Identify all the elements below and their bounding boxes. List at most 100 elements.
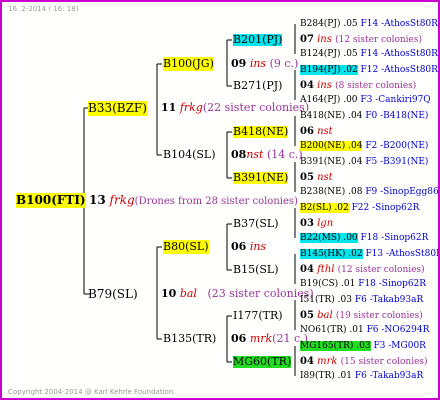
gen4-mid-line: 04 fthl (12 sister colonies)	[300, 264, 425, 276]
gen4-num: 06	[300, 126, 314, 137]
gen2-drone-info: 06 mrk(21 c.)	[231, 332, 308, 346]
gen4-parent: B2(SL) .02	[300, 203, 349, 213]
gen4-top-line: B391(NE) .04 F5 -B391(NE)	[300, 157, 428, 168]
gen4-parent: B145(HK) .02	[300, 249, 363, 259]
gen1-num: 10	[161, 287, 177, 300]
gen4-parent: B238(NE) .08	[300, 187, 363, 197]
gen4-mid-line: 06 nst	[300, 126, 333, 138]
gen4-breeder: F12 -AthosSt80R	[360, 65, 438, 75]
gen3-node-i177tr[interactable]: I177(TR)	[233, 310, 283, 322]
gen1-note: (23 sister colonies)	[207, 287, 314, 300]
gen4-parent: B124(PJ) .05	[300, 49, 358, 59]
pedigree-chart: 16. 2-2014 ( 16: 18) B100(FTI) 13 frkg(D…	[0, 0, 440, 400]
gen4-bot-line: NO61(TR) .01 F6 -NO6294R	[300, 325, 429, 336]
gen4-mid-line: 05 bal (19 sister colonies)	[300, 310, 423, 322]
gen4-note: (19 sister colonies)	[335, 311, 423, 321]
gen4-parent: B194(PJ) .02	[300, 65, 358, 75]
gen4-num: 04	[300, 264, 314, 275]
gen2-name: nst	[246, 148, 264, 161]
gen4-name: fthl	[317, 264, 335, 275]
gen4-breeder: F2 -B200(NE)	[365, 141, 429, 151]
gen4-breeder: F22 -Sinop62R	[351, 203, 420, 213]
root-node[interactable]: B100(FTI)	[16, 193, 86, 208]
gen4-parent: B391(NE) .04	[300, 157, 363, 167]
gen2-note: (14 c.)	[266, 148, 303, 161]
gen3-node-mg60tr[interactable]: MG60(TR)	[233, 356, 292, 368]
gen4-note: (8 sister colonies)	[335, 81, 417, 91]
gen4-top-line: I51(TR) .03 F6 -Takab93aR	[300, 295, 423, 306]
gen4-parent: B284(PJ) .05	[300, 19, 358, 29]
gen4-top-line: MG165(TR) .03 F3 -MG00R	[300, 341, 426, 352]
gen4-breeder: F6 -Takab93aR	[354, 295, 424, 305]
gen4-parent: B418(NE) .04	[300, 111, 363, 121]
root-note: (Drones from 28 sister colonies)	[134, 196, 298, 207]
gen1-drone-info-b33: 11 frkg(22 sister colonies)	[161, 101, 309, 115]
gen4-breeder: F18 -Sinop62R	[358, 279, 427, 289]
gen4-name: lgn	[317, 218, 334, 229]
gen4-num: 04	[300, 80, 314, 91]
copyright: Copyright 2004-2014 @ Karl Kehrle Founda…	[8, 388, 176, 396]
gen3-node-b391ne[interactable]: B391(NE)	[233, 172, 289, 184]
gen2-num: 09	[231, 57, 247, 70]
gen3-node-b201pj[interactable]: B201(PJ)	[233, 34, 283, 46]
gen4-breeder: F9 -SinopEgg86R	[365, 187, 440, 197]
gen4-mid-line: 05 nst	[300, 172, 333, 184]
gen4-bot-line: I89(TR) .01 F6 -Takab93aR	[300, 371, 423, 382]
gen1-num: 11	[161, 101, 177, 114]
gen4-parent: B19(CS) .01	[300, 279, 356, 289]
gen1-node-b79[interactable]: B79(SL)	[88, 287, 138, 302]
gen4-parent: A164(PJ) .00	[300, 95, 358, 105]
gen4-breeder: F5 -B391(NE)	[365, 157, 429, 167]
gen4-parent: I89(TR) .01	[300, 371, 352, 381]
gen2-num: 06	[231, 240, 247, 253]
gen1-drone-info-b79: 10 bal (23 sister colonies)	[161, 287, 314, 301]
gen4-bot-line: B19(CS) .01 F18 -Sinop62R	[300, 279, 426, 290]
gen4-num: 05	[300, 172, 314, 183]
gen4-num: 07	[300, 34, 314, 45]
gen3-node-b418ne[interactable]: B418(NE)	[233, 126, 289, 138]
gen4-breeder: F6 -NO6294R	[366, 325, 430, 335]
gen2-name: mrk	[249, 332, 273, 345]
gen2-node-b100jg[interactable]: B100(JG)	[163, 57, 214, 71]
gen4-parent: B22(MS) .00	[300, 233, 358, 243]
gen4-bot-line: B124(PJ) .05 F14 -AthosSt80R	[300, 49, 438, 60]
gen4-mid-line: 04 mrk (15 sister colonies)	[300, 356, 428, 368]
gen4-name: ins	[317, 34, 332, 45]
gen4-name: ins	[317, 80, 332, 91]
gen4-name: nst	[317, 126, 333, 137]
gen4-breeder: F14 -AthosSt80R	[360, 19, 438, 29]
gen2-node-b135tr[interactable]: B135(TR)	[163, 332, 216, 346]
gen4-name: bal	[317, 310, 333, 321]
gen4-parent: MG165(TR) .03	[300, 341, 371, 351]
gen2-node-b80sl[interactable]: B80(SL)	[163, 240, 209, 254]
gen4-bot-line: B200(NE) .04 F2 -B200(NE)	[300, 141, 428, 152]
gen4-mid-line: 03 lgn	[300, 218, 333, 230]
gen4-mid-line: 07 ins (12 sister colonies)	[300, 34, 422, 46]
gen4-num: 03	[300, 218, 314, 229]
gen4-top-line: B145(HK) .02 F13 -AthosSt80R	[300, 249, 440, 260]
gen2-num: 06	[231, 332, 247, 345]
gen1-name: bal	[179, 287, 197, 300]
gen3-node-b15sl[interactable]: B15(SL)	[233, 264, 279, 276]
gen4-bot-line: B22(MS) .00 F18 -Sinop62R	[300, 233, 428, 244]
gen4-parent: I51(TR) .03	[300, 295, 352, 305]
gen1-note: (22 sister colonies)	[202, 101, 310, 114]
gen2-node-b104sl[interactable]: B104(SL)	[163, 148, 216, 162]
root-drone-info: 13 frkg(Drones from 28 sister colonies)	[89, 193, 298, 209]
gen4-name: mrk	[317, 356, 338, 367]
gen4-breeder: F13 -AthosSt80R	[365, 249, 440, 259]
gen3-node-b37sl[interactable]: B37(SL)	[233, 218, 279, 230]
gen3-node-b271pj[interactable]: B271(PJ)	[233, 80, 282, 92]
gen4-bot-line: A164(PJ) .00 F3 -Cankiri97Q	[300, 95, 431, 106]
gen4-top-line: B418(NE) .04 F0 -B418(NE)	[300, 111, 428, 122]
gen4-num: 04	[300, 356, 314, 367]
gen4-note: (15 sister colonies)	[340, 357, 428, 367]
gen2-note: (9 c.)	[269, 57, 299, 70]
gen4-num: 05	[300, 310, 314, 321]
gen4-bot-line: B238(NE) .08 F9 -SinopEgg86R	[300, 187, 440, 198]
gen1-node-b33[interactable]: B33(BZF)	[88, 101, 147, 116]
gen4-top-line: B2(SL) .02 F22 -Sinop62R	[300, 203, 419, 214]
gen4-top-line: B284(PJ) .05 F14 -AthosSt80R	[300, 19, 438, 30]
gen4-parent: NO61(TR) .01	[300, 325, 364, 335]
gen4-breeder: F6 -Takab93aR	[354, 371, 424, 381]
